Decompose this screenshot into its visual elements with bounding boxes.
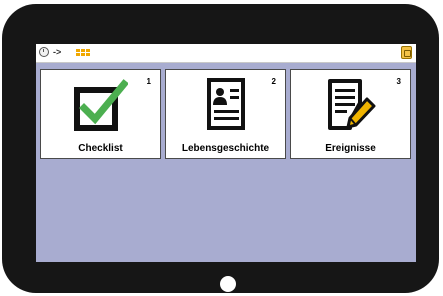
tile-number: 1 [146, 77, 151, 86]
tile-lebensgeschichte[interactable]: 2 Lebensgeschichte [165, 69, 286, 159]
tile-ereignisse[interactable]: 3 Ereignisse [290, 69, 411, 159]
app-grid-icon[interactable] [76, 49, 90, 57]
navigation-arrow: -> [53, 47, 62, 57]
home-button[interactable] [220, 276, 236, 292]
tile-number: 3 [396, 77, 401, 86]
tile-checklist[interactable]: 1 Checklist [40, 69, 161, 159]
checklist-icon [74, 79, 128, 131]
clock-icon[interactable] [39, 47, 49, 57]
tile-number: 2 [271, 77, 276, 86]
tile-label: Ereignisse [325, 143, 376, 154]
tile-label: Lebensgeschichte [181, 143, 270, 154]
settings-icon[interactable] [401, 46, 412, 59]
app-screen: -> 1 Checklist 2 Lebensgeschichte 3 Erei… [36, 44, 416, 262]
tile-label: Checklist [78, 143, 123, 154]
notes-pencil-icon [328, 79, 376, 130]
profile-card-icon [207, 78, 245, 130]
status-bar: -> [36, 44, 416, 63]
